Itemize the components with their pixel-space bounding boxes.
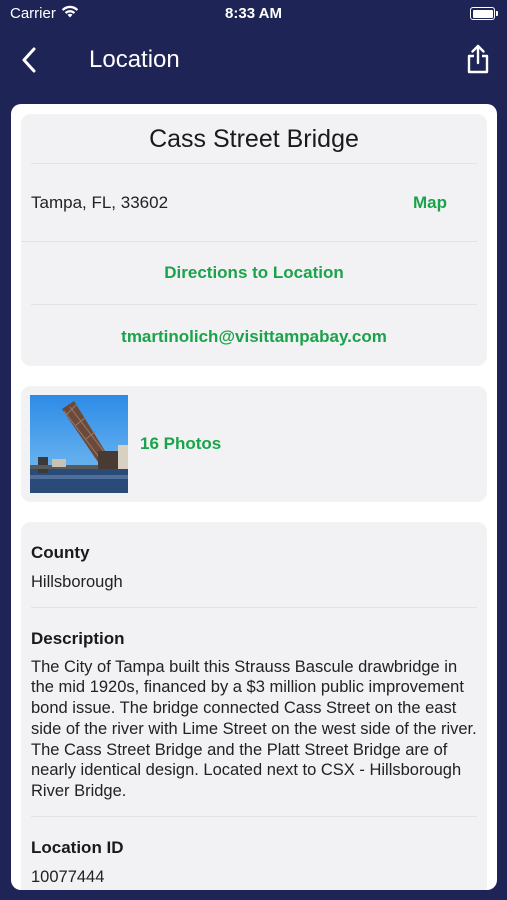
page-title: Location (89, 46, 180, 73)
share-button[interactable] (465, 42, 491, 76)
photo-thumbnail[interactable] (30, 395, 128, 493)
battery-fill (472, 9, 493, 18)
description-label: Description (31, 628, 125, 648)
share-icon (467, 44, 489, 74)
email-link[interactable]: tmartinolich@visittampabay.com (121, 327, 387, 347)
description-field: Description The City of Tampa built this… (31, 608, 477, 817)
directions-link[interactable]: Directions to Location (164, 263, 343, 283)
details-card: County Hillsborough Description The City… (21, 522, 487, 890)
directions-row: Directions to Location (31, 242, 477, 305)
status-bar: Carrier 8:33 AM (0, 0, 507, 28)
content-sheet: Cass Street Bridge Tampa, FL, 33602 Map … (11, 104, 497, 890)
photos-link[interactable]: 16 Photos (140, 434, 221, 454)
battery-icon (470, 7, 498, 20)
back-button[interactable] (14, 44, 44, 76)
location-id-value: 10077444 (31, 867, 105, 886)
place-name: Cass Street Bridge (31, 114, 477, 164)
location-id-label: Location ID (31, 837, 124, 857)
location-card: Cass Street Bridge Tampa, FL, 33602 Map … (21, 114, 487, 366)
navigation-bar: Location (0, 28, 507, 92)
email-row: tmartinolich@visittampabay.com (31, 305, 477, 366)
address-text: Tampa, FL, 33602 (31, 192, 169, 212)
county-field: County Hillsborough (31, 522, 477, 608)
photos-card[interactable]: 16 Photos (21, 386, 487, 502)
chevron-left-icon (22, 47, 36, 73)
location-id-field: Location ID 10077444 (31, 817, 477, 890)
map-link[interactable]: Map (413, 193, 447, 213)
county-label: County (31, 543, 90, 562)
address-row: Tampa, FL, 33602 Map (21, 164, 477, 242)
county-value: Hillsborough (31, 573, 123, 591)
description-value: The City of Tampa built this Strauss Bas… (31, 657, 477, 800)
clock: 8:33 AM (225, 5, 282, 22)
